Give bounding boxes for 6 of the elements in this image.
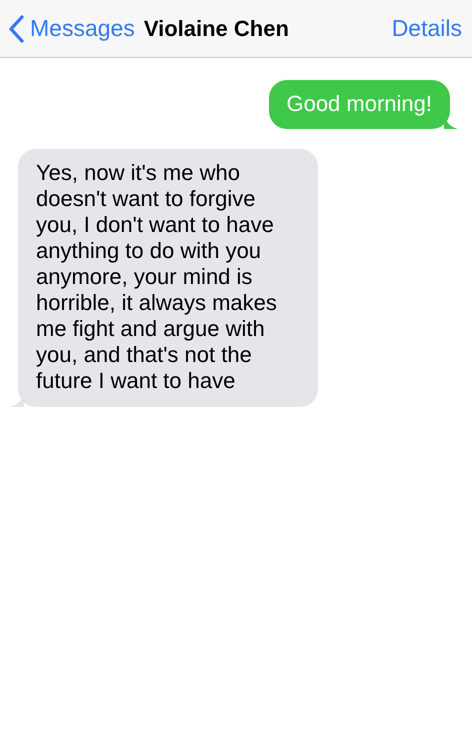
- back-button[interactable]: Messages: [8, 14, 135, 42]
- contact-name: Violaine Chen: [144, 16, 289, 42]
- message-bubble: Good morning!: [269, 80, 450, 129]
- chevron-left-icon: [8, 14, 24, 42]
- message-bubble: Yes, now it's me who doesn't want to forgive you, I don't want to have anything to do with you anymore, your mind is horrible, it always makes me fight and argue with you, and that's not the future I want to have: [18, 149, 318, 407]
- details-button[interactable]: Details: [392, 15, 462, 42]
